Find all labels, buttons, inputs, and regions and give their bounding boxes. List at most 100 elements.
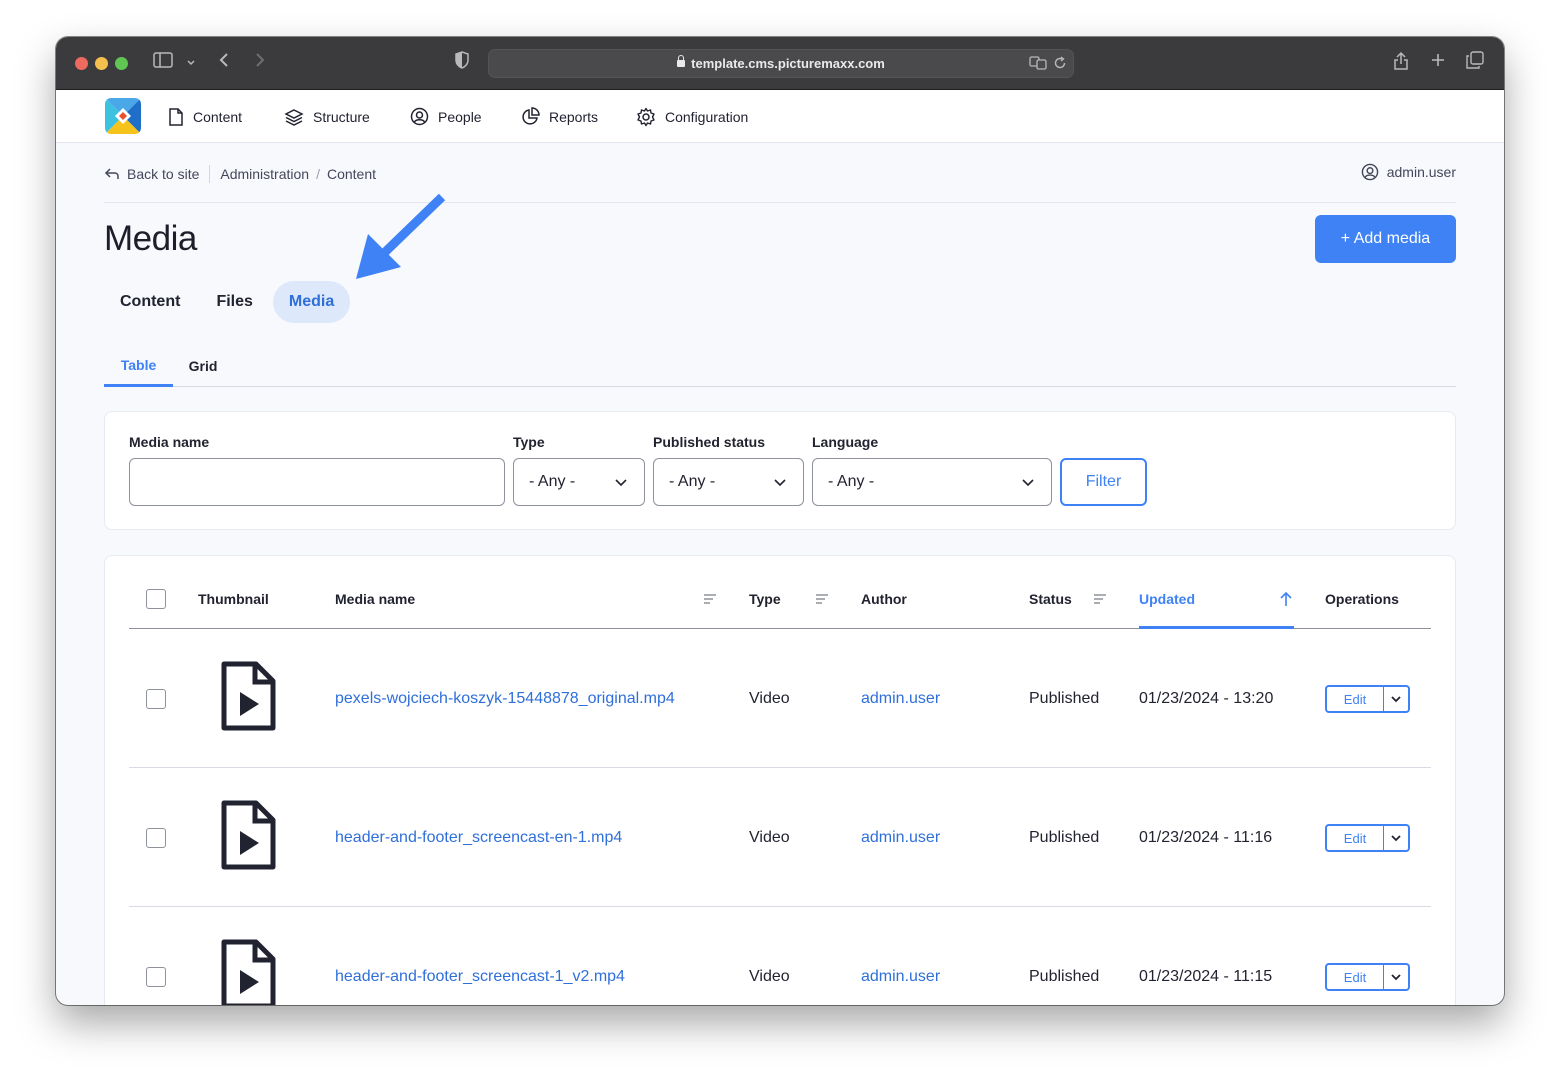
toolbar-item-people[interactable]: People	[410, 90, 482, 143]
tab-content[interactable]: Content	[104, 281, 196, 323]
status-select-value: - Any -	[669, 473, 716, 490]
breadcrumb-divider	[209, 165, 211, 183]
media-name-input[interactable]	[129, 458, 505, 506]
operations-toggle[interactable]	[1384, 826, 1408, 850]
row-checkbox[interactable]	[146, 689, 166, 709]
column-header-author[interactable]: Author	[861, 591, 907, 607]
updated-date: 01/23/2024 - 13:20	[1139, 690, 1274, 707]
back-arrow-icon	[104, 167, 120, 181]
chevron-down-icon	[1391, 835, 1401, 842]
pie-chart-icon	[522, 107, 540, 125]
tab-overview-icon[interactable]	[1466, 51, 1484, 76]
video-file-icon[interactable]	[220, 939, 276, 1005]
operations-dropbutton: Edit	[1325, 824, 1410, 852]
tab-table[interactable]: Table	[104, 345, 173, 387]
filter-button[interactable]: Filter	[1060, 458, 1147, 506]
new-tab-icon[interactable]	[1430, 51, 1446, 75]
breadcrumb-item-administration[interactable]: Administration	[220, 166, 309, 182]
row-checkbox[interactable]	[146, 967, 166, 987]
author-link[interactable]: admin.user	[861, 829, 940, 847]
column-header-type[interactable]: Type	[749, 591, 781, 607]
published-status-label: Published status	[653, 434, 766, 450]
user-circle-icon	[410, 107, 429, 126]
sort-icon[interactable]	[815, 593, 829, 605]
tab-media[interactable]: Media	[272, 281, 351, 323]
share-icon[interactable]	[1393, 51, 1409, 78]
browser-window: template.cms.picturemaxx.com Content Str…	[56, 37, 1504, 1005]
secondary-tabs: Table Grid	[104, 345, 1456, 387]
back-arrow-icon[interactable]	[218, 51, 230, 75]
sidebar-toggle-icon[interactable]	[153, 51, 173, 75]
author-link[interactable]: admin.user	[861, 690, 940, 708]
chevron-down-icon	[1391, 974, 1401, 981]
media-type: Video	[749, 968, 790, 985]
breadcrumb-item-content[interactable]: Content	[327, 166, 376, 182]
column-header-status[interactable]: Status	[1029, 591, 1072, 607]
toolbar-item-reports[interactable]: Reports	[521, 90, 598, 143]
layers-icon	[284, 108, 304, 126]
video-file-icon[interactable]	[220, 661, 276, 731]
reload-icon[interactable]	[1053, 56, 1067, 75]
chevron-down-icon	[615, 479, 627, 487]
forward-arrow-icon[interactable]	[254, 51, 266, 75]
published-status-select[interactable]: - Any -	[653, 458, 804, 506]
primary-tabs: Content Files Media	[104, 281, 354, 323]
type-select[interactable]: - Any -	[513, 458, 645, 506]
gear-icon	[637, 107, 655, 126]
zoom-window-button[interactable]	[115, 57, 128, 70]
updated-date: 01/23/2024 - 11:16	[1139, 829, 1273, 846]
operations-toggle[interactable]	[1384, 965, 1408, 989]
toolbar-item-label: Reports	[549, 108, 599, 125]
table-row: pexels-wojciech-koszyk-15448878_original…	[129, 629, 1431, 768]
address-bar[interactable]: template.cms.picturemaxx.com	[488, 49, 1074, 78]
arrow-up-icon[interactable]	[1279, 591, 1293, 607]
breadcrumb: Back to site Administration / Content	[104, 165, 376, 183]
chevron-down-icon	[1022, 479, 1034, 487]
tab-files[interactable]: Files	[200, 281, 268, 323]
video-file-icon[interactable]	[220, 800, 276, 870]
minimize-window-button[interactable]	[95, 57, 108, 70]
add-media-button[interactable]: + Add media	[1315, 215, 1456, 263]
toolbar-item-label: Configuration	[665, 108, 749, 125]
close-window-button[interactable]	[75, 57, 88, 70]
chevron-down-icon[interactable]	[186, 51, 196, 75]
type-label: Type	[513, 434, 545, 450]
media-name-link[interactable]: pexels-wojciech-koszyk-15448878_original…	[335, 690, 675, 708]
translate-icon[interactable]	[1029, 56, 1047, 75]
publish-status: Published	[1029, 829, 1100, 846]
media-name-link[interactable]: header-and-footer_screencast-en-1.mp4	[335, 829, 622, 847]
row-checkbox[interactable]	[146, 828, 166, 848]
page-title: Media	[104, 219, 197, 258]
file-icon	[169, 107, 183, 126]
language-select[interactable]: - Any -	[812, 458, 1052, 506]
edit-button[interactable]: Edit	[1327, 687, 1384, 711]
url-text: template.cms.picturemaxx.com	[691, 56, 885, 71]
publish-status: Published	[1029, 968, 1100, 985]
tab-grid[interactable]: Grid	[177, 345, 229, 387]
sort-icon[interactable]	[1093, 593, 1107, 605]
sort-icon[interactable]	[703, 593, 717, 605]
table-row: header-and-footer_screencast-en-1.mp4 Vi…	[129, 768, 1431, 907]
shield-icon[interactable]	[454, 51, 470, 76]
header-divider	[104, 202, 1456, 203]
toolbar-item-configuration[interactable]: Configuration	[636, 90, 748, 143]
author-link[interactable]: admin.user	[861, 968, 940, 986]
breadcrumb-separator: /	[316, 166, 320, 182]
column-header-media-name[interactable]: Media name	[335, 591, 415, 607]
edit-button[interactable]: Edit	[1327, 965, 1384, 989]
toolbar-item-structure[interactable]: Structure	[284, 90, 370, 143]
operations-dropbutton: Edit	[1325, 685, 1410, 713]
column-header-updated[interactable]: Updated	[1139, 591, 1195, 607]
media-name-label: Media name	[129, 434, 210, 450]
user-menu[interactable]: admin.user	[1361, 163, 1456, 181]
back-to-site-link[interactable]: Back to site	[127, 166, 199, 182]
toolbar-item-label: People	[438, 108, 482, 125]
media-name-link[interactable]: header-and-footer_screencast-1_v2.mp4	[335, 968, 625, 986]
edit-button[interactable]: Edit	[1327, 826, 1384, 850]
toolbar-item-content[interactable]: Content	[168, 90, 242, 143]
filter-form: Media name Type - Any - Published status…	[104, 411, 1456, 530]
site-logo[interactable]	[105, 98, 141, 134]
operations-toggle[interactable]	[1384, 687, 1408, 711]
select-all-checkbox[interactable]	[146, 589, 166, 609]
toolbar-item-label: Structure	[313, 108, 370, 125]
